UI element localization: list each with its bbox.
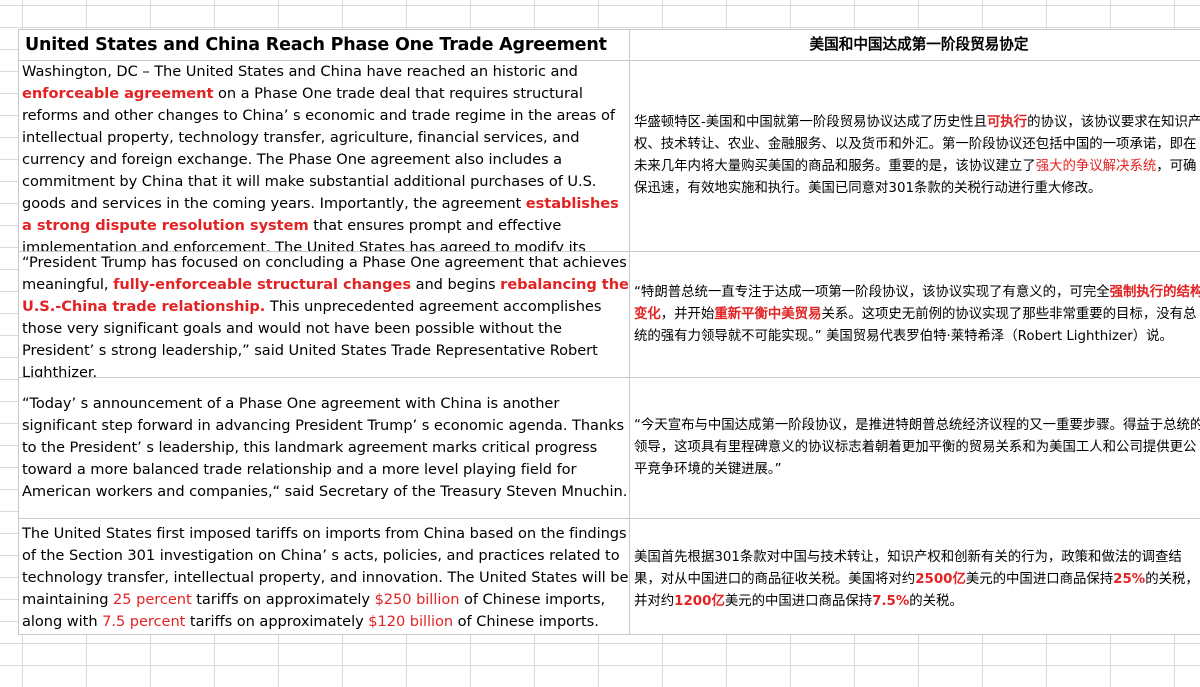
spreadsheet-grid: United States and China Reach Phase One …: [18, 29, 1200, 635]
text-run: 美元的中国进口商品保持: [965, 571, 1114, 587]
cell-en-4[interactable]: The United States first imposed tariffs …: [18, 519, 630, 634]
highlighted-text: 强大的争议解决系统: [1035, 159, 1157, 174]
highlighted-text: enforceable agreement: [22, 85, 214, 102]
cell-title-zh[interactable]: 美国和中国达成第一阶段贸易协定: [630, 30, 1200, 60]
text-run: Washington, DC – The United States and C…: [22, 63, 578, 80]
cell-zh-4-text: 美国首先根据301条款对中国与技术转让，知识产权和创新有关的行为，政策和做法的调…: [634, 547, 1200, 613]
text-run: 的关税。: [909, 593, 963, 609]
text-run: tariffs on approximately: [191, 591, 375, 608]
text-run: 华盛顿特区-美国和中国就第一阶段贸易协议达成了历史性且: [634, 115, 987, 130]
highlighted-text: 重新平衡中美贸易: [714, 306, 822, 322]
cell-zh-2[interactable]: “特朗普总统一直专注于达成一项第一阶段协议，该协议实现了有意义的，可完全强制执行…: [630, 252, 1200, 377]
highlighted-text: 25 percent: [113, 591, 192, 608]
cell-zh-2-text: “特朗普总统一直专注于达成一项第一阶段协议，该协议实现了有意义的，可完全强制执行…: [634, 282, 1200, 348]
highlighted-text: 可执行: [987, 115, 1028, 130]
text-run: 美元的中国进口商品保持: [724, 593, 873, 609]
cell-zh-3[interactable]: “今天宣布与中国达成第一阶段协议，是推进特朗普总统经济议程的又一重要步骤。得益于…: [630, 378, 1200, 518]
table-row: Washington, DC – The United States and C…: [18, 61, 1200, 252]
table-row: “President Trump has focused on concludi…: [18, 252, 1200, 378]
highlighted-text: 7.5 percent: [102, 613, 186, 630]
cell-title-en[interactable]: United States and China Reach Phase One …: [18, 30, 630, 60]
text-run: on a Phase One trade deal that requires …: [22, 85, 615, 212]
text-run: tariffs on approximately: [185, 613, 369, 630]
table-row: “Today’ s announcement of a Phase One ag…: [18, 378, 1200, 519]
table-row: The United States first imposed tariffs …: [18, 519, 1200, 635]
cell-zh-1[interactable]: 华盛顿特区-美国和中国就第一阶段贸易协议达成了历史性且可执行的协议，该协议要求在…: [630, 61, 1200, 251]
text-run: ，并开始: [660, 306, 715, 322]
highlighted-text: $250 billion: [374, 591, 460, 608]
cell-zh-1-text: 华盛顿特区-美国和中国就第一阶段贸易协议达成了历史性且可执行的协议，该协议要求在…: [634, 112, 1200, 200]
highlighted-text: 25%: [1113, 571, 1146, 587]
text-run: “特朗普总统一直专注于达成一项第一阶段协议，该协议实现了有意义的，可完全: [634, 284, 1110, 300]
highlighted-text: $120 billion: [368, 613, 454, 630]
cell-en-2[interactable]: “President Trump has focused on concludi…: [18, 252, 630, 377]
text-run: and begins: [410, 276, 501, 293]
text-run: of Chinese imports.: [453, 613, 599, 630]
header-row: United States and China Reach Phase One …: [18, 29, 1200, 61]
cell-en-3[interactable]: “Today’ s announcement of a Phase One ag…: [18, 378, 630, 518]
highlighted-text: 1200亿: [674, 593, 725, 609]
cell-en-1[interactable]: Washington, DC – The United States and C…: [18, 61, 630, 251]
highlighted-text: fully-enforceable structural changes: [113, 276, 411, 293]
text-run: “今天宣布与中国达成第一阶段协议，是推进特朗普总统经济议程的又一重要步骤。得益于…: [634, 418, 1200, 477]
highlighted-text: 7.5%: [872, 593, 910, 609]
cell-en-3-text: “Today’ s announcement of a Phase One ag…: [22, 393, 629, 503]
text-run: “Today’ s announcement of a Phase One ag…: [22, 395, 628, 500]
highlighted-text: 2500亿: [915, 571, 966, 587]
cell-zh-3-text: “今天宣布与中国达成第一阶段协议，是推进特朗普总统经济议程的又一重要步骤。得益于…: [634, 415, 1200, 481]
cell-zh-4[interactable]: 美国首先根据301条款对中国与技术转让，知识产权和创新有关的行为，政策和做法的调…: [630, 519, 1200, 634]
